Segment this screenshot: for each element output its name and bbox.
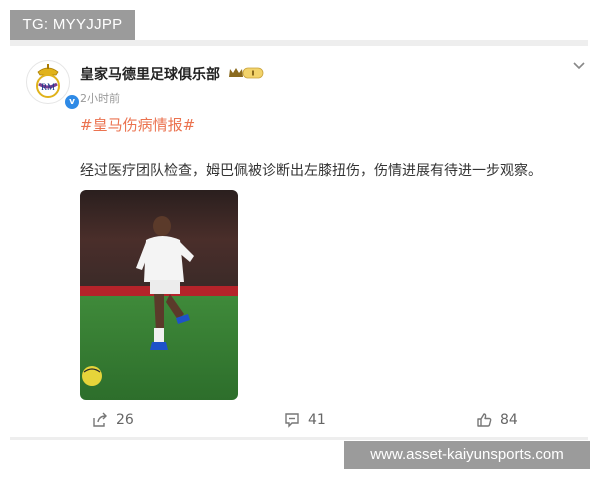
repost-button[interactable]: 26	[92, 410, 134, 430]
verified-badge-icon: v	[64, 94, 80, 110]
svg-text:RM: RM	[41, 82, 55, 92]
post-text: 经过医疗团队检查，姆巴佩被诊断出左膝扭伤，伤情进展有待进一步观察。	[80, 163, 542, 179]
share-icon	[93, 412, 107, 427]
repost-count: 26	[116, 412, 134, 428]
thumbs-up-icon	[477, 413, 492, 427]
watermark-top-left: TG: MYYJJPP	[10, 10, 135, 40]
weibo-post-card: RM v 皇家马德里足球俱乐部 2小时前 #皇马伤病情报# 经过医疗团队检查，姆…	[10, 46, 588, 438]
club-crest-avatar[interactable]: RM	[26, 60, 70, 104]
comment-count: 41	[308, 412, 326, 428]
post-time: 2小时前	[80, 92, 120, 105]
like-button[interactable]: 84	[476, 410, 518, 430]
like-count: 84	[500, 412, 518, 428]
chevron-down-icon[interactable]	[572, 60, 586, 70]
comment-icon	[285, 413, 299, 428]
bottom-separator	[10, 437, 588, 440]
post-photo[interactable]	[80, 190, 238, 400]
comment-button[interactable]: 41	[284, 410, 326, 430]
hashtag-link[interactable]: #皇马伤病情报#	[80, 114, 195, 135]
account-name[interactable]: 皇家马德里足球俱乐部	[80, 64, 220, 84]
watermark-bottom-right: www.asset-kaiyunsports.com	[344, 441, 590, 469]
vip-crown-badge-icon	[229, 67, 264, 79]
